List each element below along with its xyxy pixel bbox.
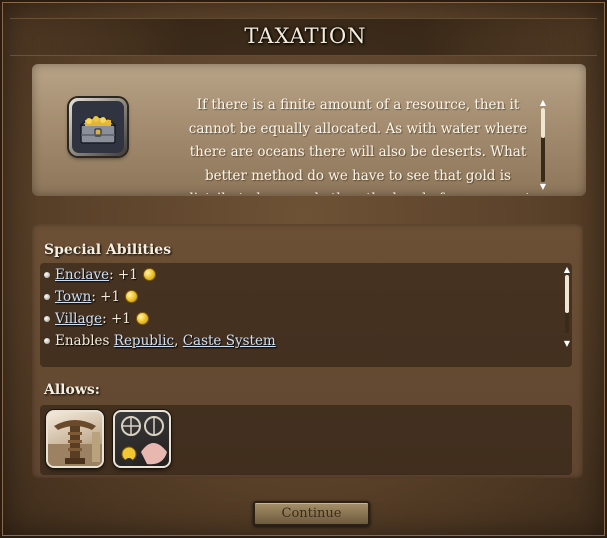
dialog-title: TAXATION (244, 24, 367, 48)
list-item: Enclave: +1 (44, 264, 157, 286)
bullet-icon (44, 316, 50, 322)
bullet-icon (44, 294, 50, 300)
bullet-icon (44, 272, 50, 278)
enables-text: Enables (55, 333, 114, 349)
list-item: Town: +1 (44, 286, 139, 308)
list-item: Enables Republic, Caste System (44, 330, 276, 352)
ability-value: : +1 (102, 311, 131, 327)
special-abilities-heading: Special Abilities (44, 242, 172, 258)
gold-coin-icon (136, 312, 150, 325)
abilities-scrollbar[interactable]: ▲ ▼ (562, 265, 572, 351)
caste-system-icon[interactable] (113, 410, 171, 468)
list-item: Village: +1 (44, 308, 150, 330)
gold-coin-icon (125, 290, 139, 303)
pillar-monument-icon[interactable] (46, 410, 104, 468)
scroll-thumb[interactable] (565, 275, 569, 313)
scroll-up-arrow-icon[interactable]: ▲ (562, 265, 572, 275)
allows-heading: Allows: (44, 382, 100, 398)
enclave-link[interactable]: Enclave (55, 267, 109, 283)
special-abilities-list: Enclave: +1 Town: +1 Village: +1 Enables… (40, 263, 572, 367)
bullet-icon (44, 338, 50, 344)
separator-text: , (174, 333, 183, 349)
town-link[interactable]: Town (55, 289, 91, 305)
scroll-thumb[interactable] (541, 108, 545, 138)
ability-value: : +1 (91, 289, 121, 305)
treasure-chest-icon (69, 98, 127, 156)
scroll-up-arrow-icon[interactable]: ▲ (538, 98, 548, 108)
scroll-down-arrow-icon[interactable]: ▼ (538, 182, 548, 192)
scroll-down-arrow-icon[interactable]: ▼ (562, 339, 572, 349)
republic-link[interactable]: Republic (114, 333, 174, 349)
caste-system-link[interactable]: Caste System (183, 333, 276, 349)
taxation-dialog: TAXATION If there is a finite amount of … (0, 0, 607, 538)
ability-value: : +1 (109, 267, 138, 283)
description-panel: If there is a finite amount of a resourc… (32, 64, 586, 196)
allows-list (40, 405, 572, 475)
description-scrollbar[interactable]: ▲ ▼ (538, 98, 548, 192)
gold-coin-icon (143, 268, 157, 281)
village-link[interactable]: Village (55, 311, 102, 327)
description-text: If there is a finite amount of a resourc… (185, 97, 530, 194)
continue-button[interactable]: Continue (253, 501, 370, 526)
